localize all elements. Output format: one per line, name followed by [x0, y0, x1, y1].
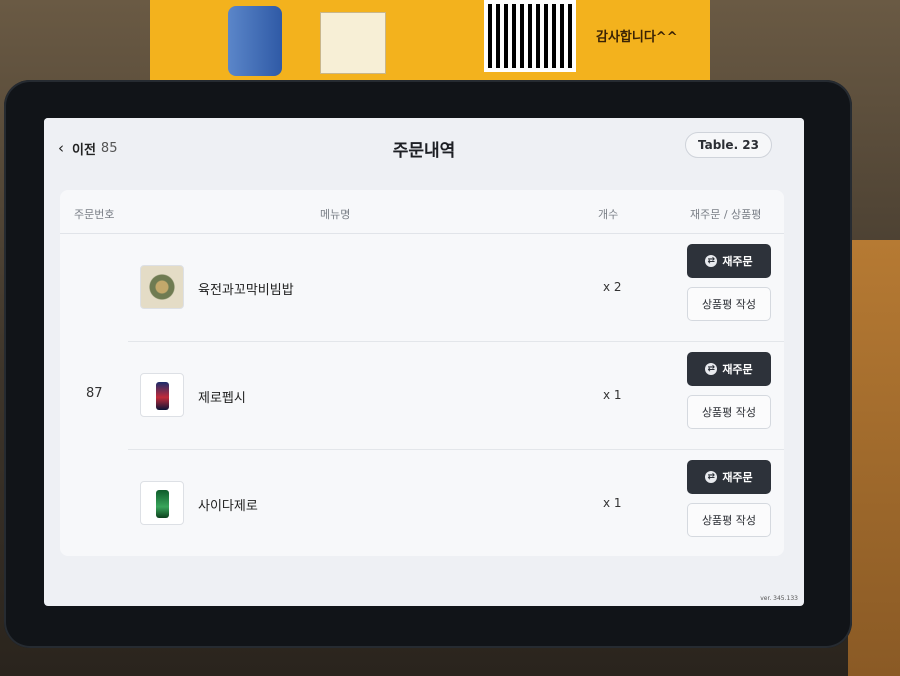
poster-thanks-text: 감사합니다^^ [596, 30, 678, 45]
column-menu-name: 메뉴명 [320, 208, 351, 221]
write-review-button[interactable]: 상품평 작성 [687, 503, 771, 537]
reorder-button[interactable]: ⇄ 재주문 [687, 460, 771, 494]
cider-bottle-icon [140, 481, 184, 525]
tablet-screen: ‹ 이전 85 주문내역 Table. 23 주문번호 메뉴명 개수 재주문 /… [44, 118, 804, 606]
food-bowl-icon [140, 265, 184, 309]
reorder-button[interactable]: ⇄ 재주문 [687, 244, 771, 278]
bottle-graphic [156, 490, 169, 518]
order-item-row: 육전과꼬막비빔밥 x 2 ⇄ 재주문 상품평 작성 [128, 234, 784, 342]
order-item-row: 사이다제로 x 1 ⇄ 재주문 상품평 작성 [128, 450, 784, 558]
background-poster: 감사합니다^^ [150, 0, 710, 82]
column-reorder-review: 재주문 / 상품평 [690, 208, 762, 221]
menu-name: 육전과꼬막비빔밥 [198, 283, 294, 298]
reorder-label: 재주문 [722, 471, 753, 484]
bottle-graphic [156, 382, 169, 410]
reorder-icon: ⇄ [705, 471, 718, 483]
write-review-button[interactable]: 상품평 작성 [687, 395, 771, 429]
header: ‹ 이전 85 주문내역 Table. 23 [44, 118, 804, 176]
order-history-card: 주문번호 메뉴명 개수 재주문 / 상품평 87 육전과꼬막비빔밥 x 2 ⇄ … [60, 190, 784, 556]
qr-code [484, 0, 576, 72]
reorder-icon: ⇄ [705, 255, 718, 267]
reorder-label: 재주문 [722, 363, 753, 376]
table-badge: Table. 23 [684, 132, 772, 158]
reorder-icon: ⇄ [705, 363, 718, 375]
item-quantity: x 1 [603, 496, 622, 510]
reorder-label: 재주문 [722, 255, 753, 268]
menu-name: 제로펩시 [198, 391, 246, 406]
pepsi-bottle-icon [140, 373, 184, 417]
soda-can-graphic [228, 6, 282, 76]
menu-name: 사이다제로 [198, 499, 258, 514]
order-item-row: 제로펩시 x 1 ⇄ 재주문 상품평 작성 [128, 342, 784, 450]
reorder-button[interactable]: ⇄ 재주문 [687, 352, 771, 386]
version-label: ver. 345.133 [760, 595, 798, 602]
wooden-wall [848, 240, 900, 676]
column-header: 주문번호 메뉴명 개수 재주문 / 상품평 [60, 190, 784, 234]
column-quantity: 개수 [598, 208, 619, 221]
item-quantity: x 1 [603, 388, 622, 402]
order-number: 87 [86, 386, 103, 401]
item-quantity: x 2 [603, 280, 622, 294]
snack-package-graphic [320, 12, 386, 74]
column-order-number: 주문번호 [74, 208, 115, 221]
write-review-button[interactable]: 상품평 작성 [687, 287, 771, 321]
